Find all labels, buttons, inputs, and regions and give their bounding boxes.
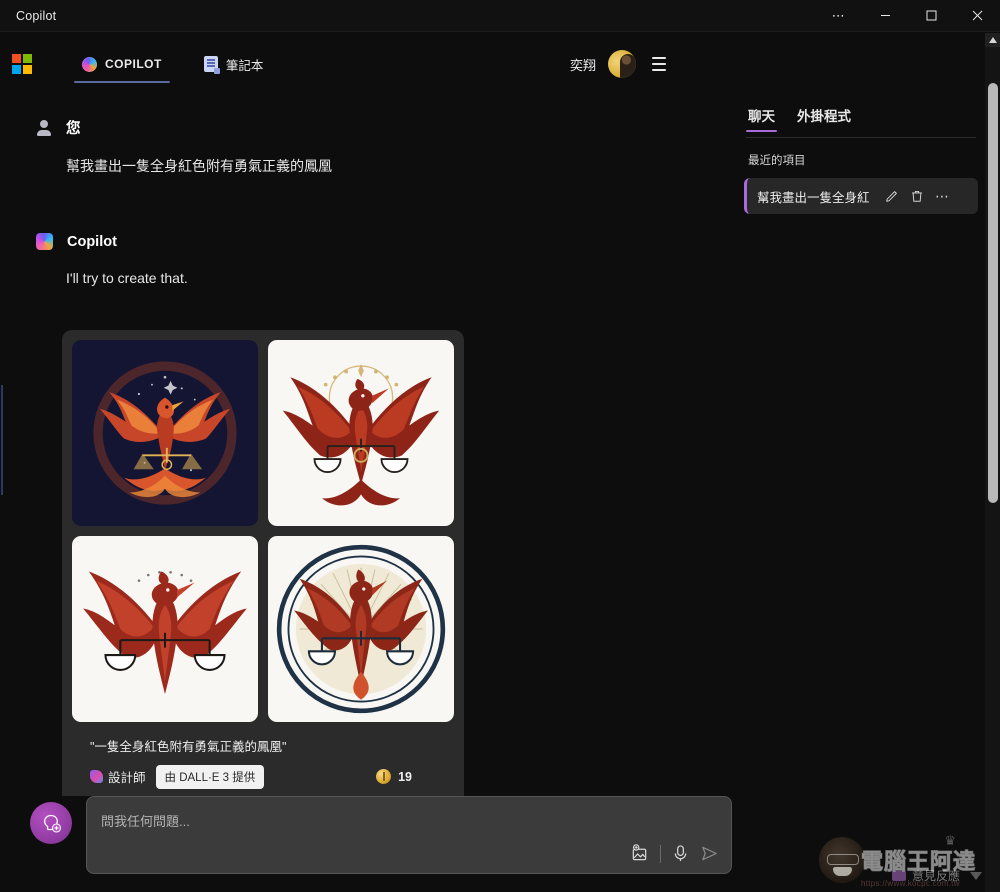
header-tabs: COPILOT 筆記本 bbox=[72, 33, 295, 95]
avatar[interactable] bbox=[608, 50, 636, 78]
minimize-icon bbox=[880, 15, 890, 16]
watermark-face-icon bbox=[819, 837, 865, 883]
watermark-brand: 電腦王阿達 bbox=[860, 849, 977, 875]
side-tab-chat[interactable]: 聊天 bbox=[746, 101, 777, 135]
message-body: 幫我畫出一隻全身紅色附有勇氣正義的鳳凰 bbox=[66, 158, 332, 174]
message-input-placeholder: 問我任何問題... bbox=[101, 814, 190, 829]
right-side-panel: 聊天 外掛程式 最近的項目 幫我畫出一隻全身紅 ⋯ bbox=[740, 95, 982, 892]
hamburger-line bbox=[652, 68, 666, 71]
message-author: 您 bbox=[66, 121, 81, 137]
action-divider bbox=[660, 844, 661, 863]
message-input-wrapper[interactable]: 問我任何問題... bbox=[86, 796, 732, 874]
tab-notebook-label: 筆記本 bbox=[225, 58, 264, 73]
side-tab-chat-label: 聊天 bbox=[748, 109, 775, 124]
tab-copilot-label: COPILOT bbox=[105, 57, 162, 71]
message-assistant: Copilot I'll try to create that. bbox=[0, 233, 740, 289]
recent-item[interactable]: 幫我畫出一隻全身紅 ⋯ bbox=[744, 178, 978, 214]
chevron-up-icon bbox=[988, 37, 997, 43]
edit-icon[interactable] bbox=[885, 189, 899, 203]
watermark-text-group: ♛ 電腦王阿達 https://www.kocpc.com.tw bbox=[860, 833, 977, 888]
maximize-button[interactable] bbox=[908, 0, 954, 32]
generated-image-4[interactable] bbox=[268, 535, 454, 722]
app-header: COPILOT 筆記本 奕翔 bbox=[0, 33, 1000, 95]
vertical-scrollbar-thumb[interactable] bbox=[988, 83, 998, 503]
window-title: Copilot bbox=[16, 8, 57, 23]
coin-icon bbox=[376, 769, 392, 785]
phoenix-illustration-white-gold bbox=[268, 339, 454, 526]
message-user: 您 幫我畫出一隻全身紅色附有勇氣正義的鳳凰 bbox=[0, 117, 740, 177]
phoenix-illustration-dark bbox=[72, 339, 258, 526]
composer-bar: 問我任何問題... bbox=[0, 796, 740, 892]
designer-attribution[interactable]: 設計師 bbox=[90, 767, 146, 786]
image-grid bbox=[72, 339, 454, 722]
more-dots-icon: ⋯ bbox=[831, 7, 847, 23]
tab-active-underline bbox=[74, 80, 170, 83]
chat-thread: 您 幫我畫出一隻全身紅色附有勇氣正義的鳳凰 Copilot I'll try t… bbox=[0, 95, 740, 796]
side-panel-tabs: 聊天 外掛程式 bbox=[740, 95, 982, 135]
generated-image-3[interactable] bbox=[72, 535, 258, 722]
message-author: Copilot bbox=[67, 233, 117, 250]
hamburger-menu-button[interactable] bbox=[648, 53, 670, 74]
message-header: 您 bbox=[36, 117, 704, 138]
credits-count: 19 bbox=[398, 769, 412, 784]
more-icon[interactable]: ⋯ bbox=[935, 189, 950, 203]
designer-label: 設計師 bbox=[108, 771, 146, 786]
title-bar: Copilot ⋯ bbox=[0, 0, 1000, 32]
scrollbar-up-arrow[interactable] bbox=[985, 33, 1000, 47]
copilot-icon bbox=[82, 56, 97, 72]
recent-item-actions: ⋯ bbox=[885, 189, 950, 203]
crown-icon: ♛ bbox=[944, 833, 957, 848]
plugin-add-button[interactable] bbox=[30, 802, 72, 844]
minimize-button[interactable] bbox=[862, 0, 908, 32]
powered-by-badge: 由 DALL·E 3 提供 bbox=[155, 764, 265, 789]
microphone-icon[interactable] bbox=[672, 844, 689, 863]
phoenix-emblem-circle bbox=[268, 535, 454, 722]
hamburger-line bbox=[652, 63, 666, 65]
vertical-scrollbar-track[interactable] bbox=[985, 33, 1000, 892]
recent-item-title: 幫我畫出一隻全身紅 bbox=[757, 190, 870, 205]
add-image-icon[interactable] bbox=[630, 844, 649, 863]
image-results-card: "一隻全身紅色附有勇氣正義的鳳凰" 設計師 由 DALL·E 3 提供 19 bbox=[62, 329, 464, 796]
copilot-icon bbox=[36, 233, 53, 251]
message-body: I'll try to create that. bbox=[66, 270, 188, 287]
designer-icon bbox=[90, 770, 103, 784]
generated-image-2[interactable] bbox=[268, 339, 454, 526]
person-icon bbox=[36, 119, 52, 136]
credits-indicator[interactable]: 19 bbox=[376, 769, 412, 785]
composer-actions bbox=[630, 844, 719, 863]
maximize-icon bbox=[926, 10, 936, 21]
user-name-label: 奕翔 bbox=[569, 57, 596, 73]
image-caption: "一隻全身紅色附有勇氣正義的鳳凰" bbox=[90, 739, 287, 754]
tab-copilot[interactable]: COPILOT bbox=[72, 33, 172, 95]
generated-image-1[interactable] bbox=[72, 339, 258, 526]
plugin-add-icon bbox=[44, 814, 62, 833]
delete-icon[interactable] bbox=[910, 189, 924, 203]
side-panel-divider bbox=[746, 137, 976, 138]
image-card-footer: 設計師 由 DALL·E 3 提供 19 bbox=[90, 764, 454, 789]
message-header: Copilot bbox=[36, 233, 704, 251]
watermark-url: https://www.kocpc.com.tw bbox=[861, 879, 960, 888]
more-options-button[interactable]: ⋯ bbox=[816, 0, 862, 32]
hamburger-line bbox=[652, 57, 666, 60]
notebook-icon bbox=[203, 56, 220, 74]
copilot-app-window: Copilot ⋯ COPILOT 筆記本 奕翔 您 幫我畫出一隻全身紅色附有勇… bbox=[0, 0, 1000, 892]
watermark-overlay: ♛ 電腦王阿達 https://www.kocpc.com.tw bbox=[819, 833, 994, 888]
close-icon bbox=[972, 10, 982, 21]
recent-items-label: 最近的項目 bbox=[748, 155, 806, 167]
phoenix-illustration-white-plain bbox=[72, 535, 258, 722]
header-right-group: 奕翔 bbox=[570, 50, 670, 78]
side-tab-plugins[interactable]: 外掛程式 bbox=[795, 101, 853, 135]
left-edge-rail bbox=[1, 385, 3, 495]
side-tab-plugins-label: 外掛程式 bbox=[797, 109, 851, 124]
close-button[interactable] bbox=[954, 0, 1000, 32]
send-icon[interactable] bbox=[700, 844, 719, 863]
microsoft-logo-icon bbox=[12, 54, 32, 74]
tab-notebook[interactable]: 筆記本 bbox=[194, 33, 274, 95]
side-tab-active-underline bbox=[746, 129, 777, 132]
